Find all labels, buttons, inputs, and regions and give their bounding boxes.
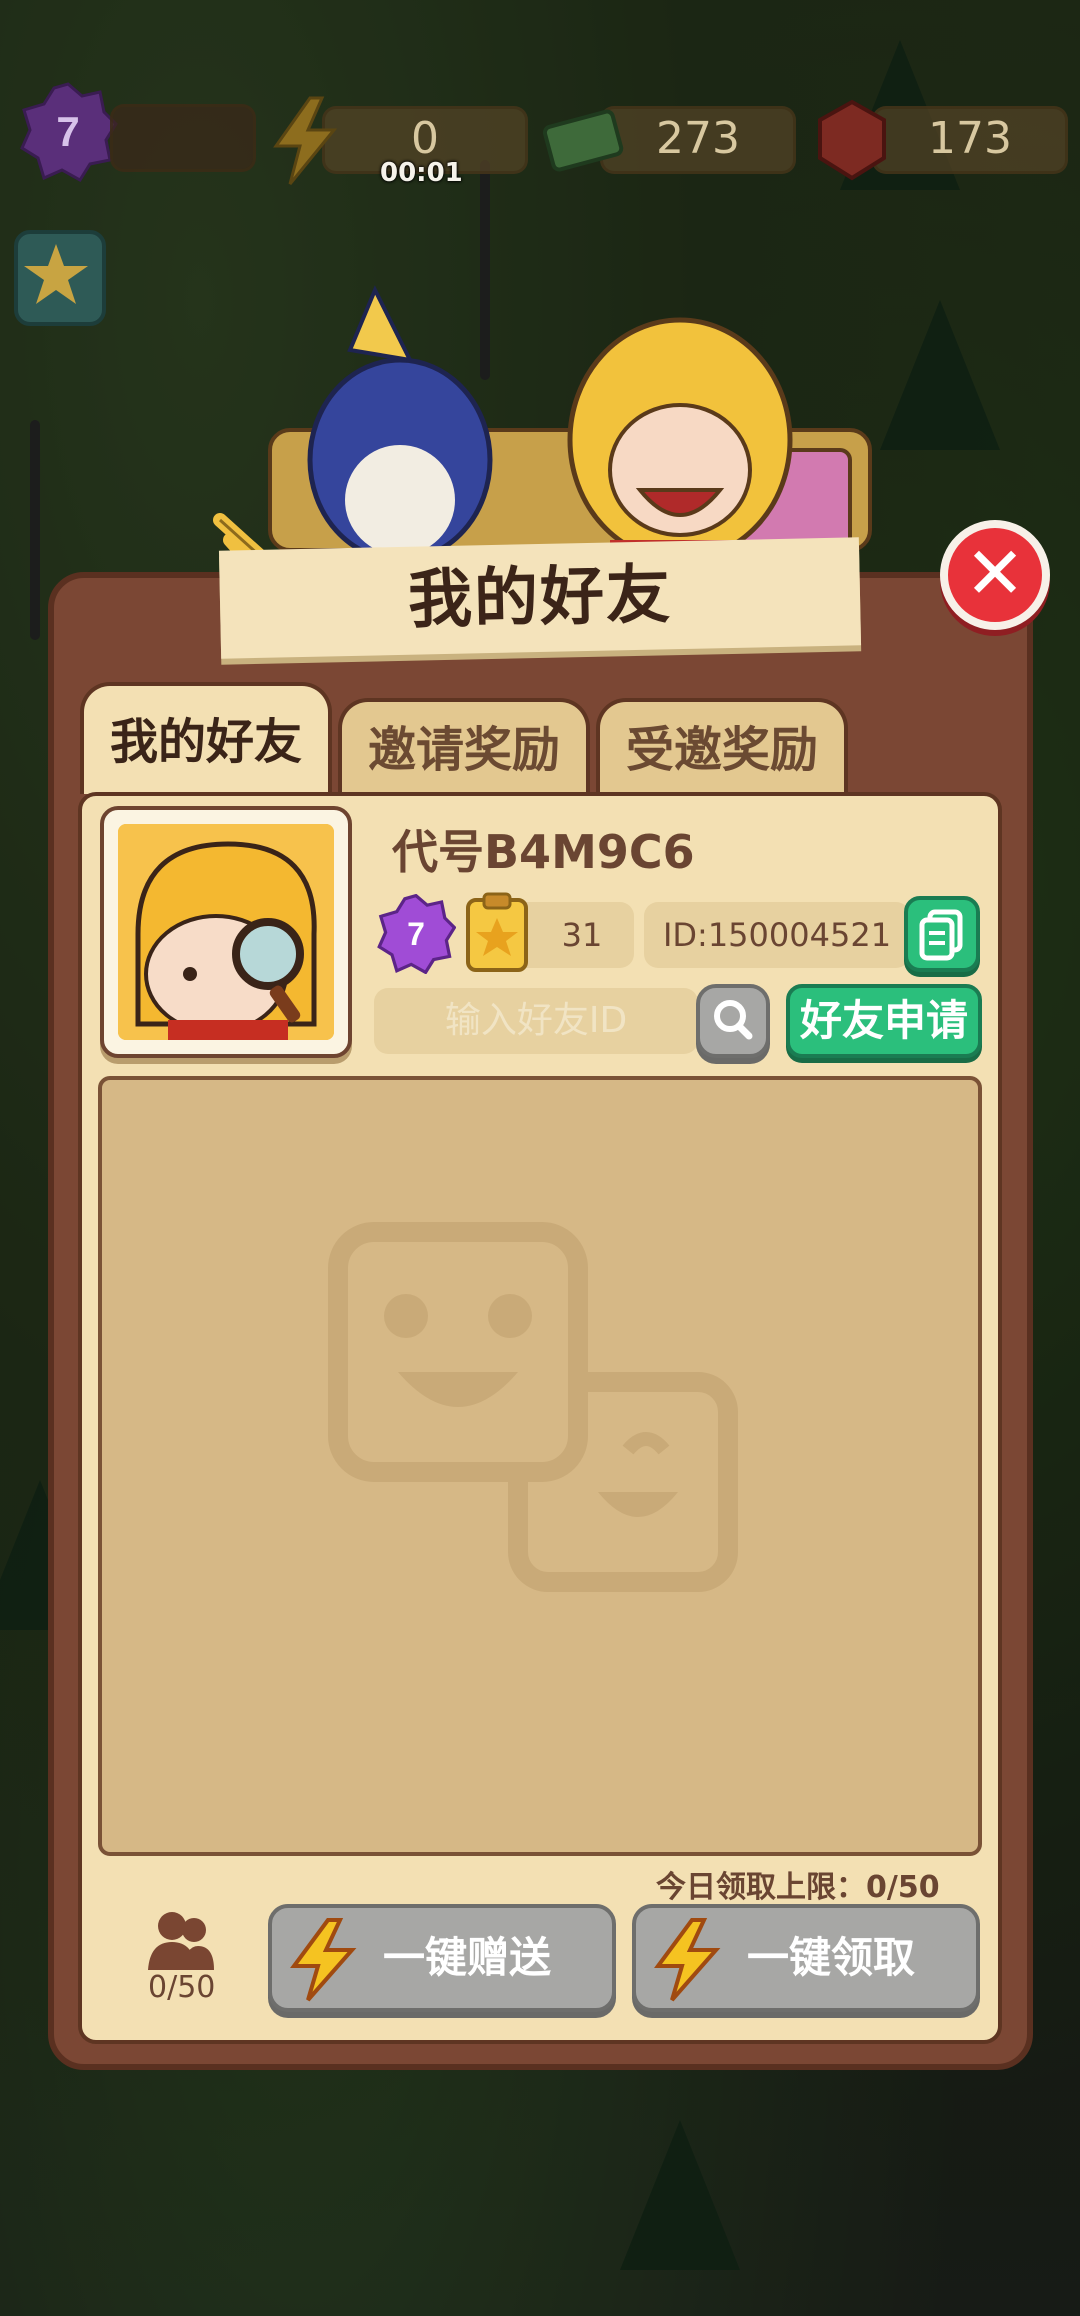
friend-request-label: 好友申请 <box>799 996 968 1045</box>
tab-label: 受邀奖励 <box>625 722 818 778</box>
energy-timer: 00:01 <box>380 158 463 188</box>
tab-label: 邀请奖励 <box>367 722 560 778</box>
friend-list[interactable] <box>98 1076 982 1856</box>
gem-counter[interactable]: 173 <box>872 106 1068 174</box>
svg-text:7: 7 <box>56 108 79 155</box>
send-all-label: 一键赠送 <box>382 1933 551 1982</box>
daily-claim-limit: 今日领取上限：0/50 <box>656 1870 940 1905</box>
avatar-detective-icon <box>118 824 334 1040</box>
friend-count: 0/50 <box>148 1970 216 2005</box>
friend-id-input[interactable]: 输入好友ID <box>374 988 698 1054</box>
dialog-title: 我的好友 <box>407 558 673 638</box>
xp-bar <box>110 104 256 172</box>
tab-label: 我的好友 <box>109 714 302 770</box>
level-badge[interactable]: 7 <box>18 82 118 182</box>
close-icon: ✕ <box>964 531 1026 615</box>
friends-count-icon <box>148 1912 214 1970</box>
tab-invite-rewards[interactable]: 邀请奖励 <box>338 698 590 794</box>
gem-icon <box>818 99 886 181</box>
gem-value: 173 <box>928 113 1012 164</box>
star-quest-button[interactable] <box>14 230 106 326</box>
lightning-icon <box>654 1918 721 2002</box>
svg-text:7: 7 <box>407 916 425 952</box>
cash-value: 273 <box>656 113 740 164</box>
player-nickname: 代号B4M9C6 <box>392 825 695 879</box>
tab-invited-rewards[interactable]: 受邀奖励 <box>596 698 848 794</box>
tab-my-friends[interactable]: 我的好友 <box>80 682 332 794</box>
copy-id-button[interactable] <box>904 896 980 972</box>
search-button[interactable] <box>696 984 770 1058</box>
player-id: ID:150004521 <box>644 902 910 968</box>
send-all-button[interactable]: 一键赠送 <box>268 1904 616 2012</box>
player-id-text: ID:150004521 <box>662 916 892 954</box>
close-button[interactable]: ✕ <box>940 520 1050 630</box>
lightning-icon <box>290 1918 357 2002</box>
cash-icon <box>542 109 624 172</box>
dialog-title-ribbon: 我的好友 <box>218 537 862 659</box>
clipboard-star-icon <box>466 892 528 972</box>
friend-id-placeholder: 输入好友ID <box>444 1000 628 1041</box>
lightning-icon <box>273 96 338 185</box>
player-level-badge: 7 <box>377 894 456 974</box>
energy-value: 0 <box>411 113 439 164</box>
friend-request-button[interactable]: 好友申请 <box>786 984 982 1058</box>
search-icon <box>714 1000 753 1040</box>
empty-list-placeholder-icon <box>328 1222 738 1592</box>
star-icon <box>24 244 88 304</box>
claim-all-label: 一键领取 <box>746 1933 915 1982</box>
avatar <box>118 824 334 1040</box>
copy-icon <box>919 909 963 961</box>
star-count: 31 <box>561 916 603 954</box>
claim-all-button[interactable]: 一键领取 <box>632 1904 980 2012</box>
